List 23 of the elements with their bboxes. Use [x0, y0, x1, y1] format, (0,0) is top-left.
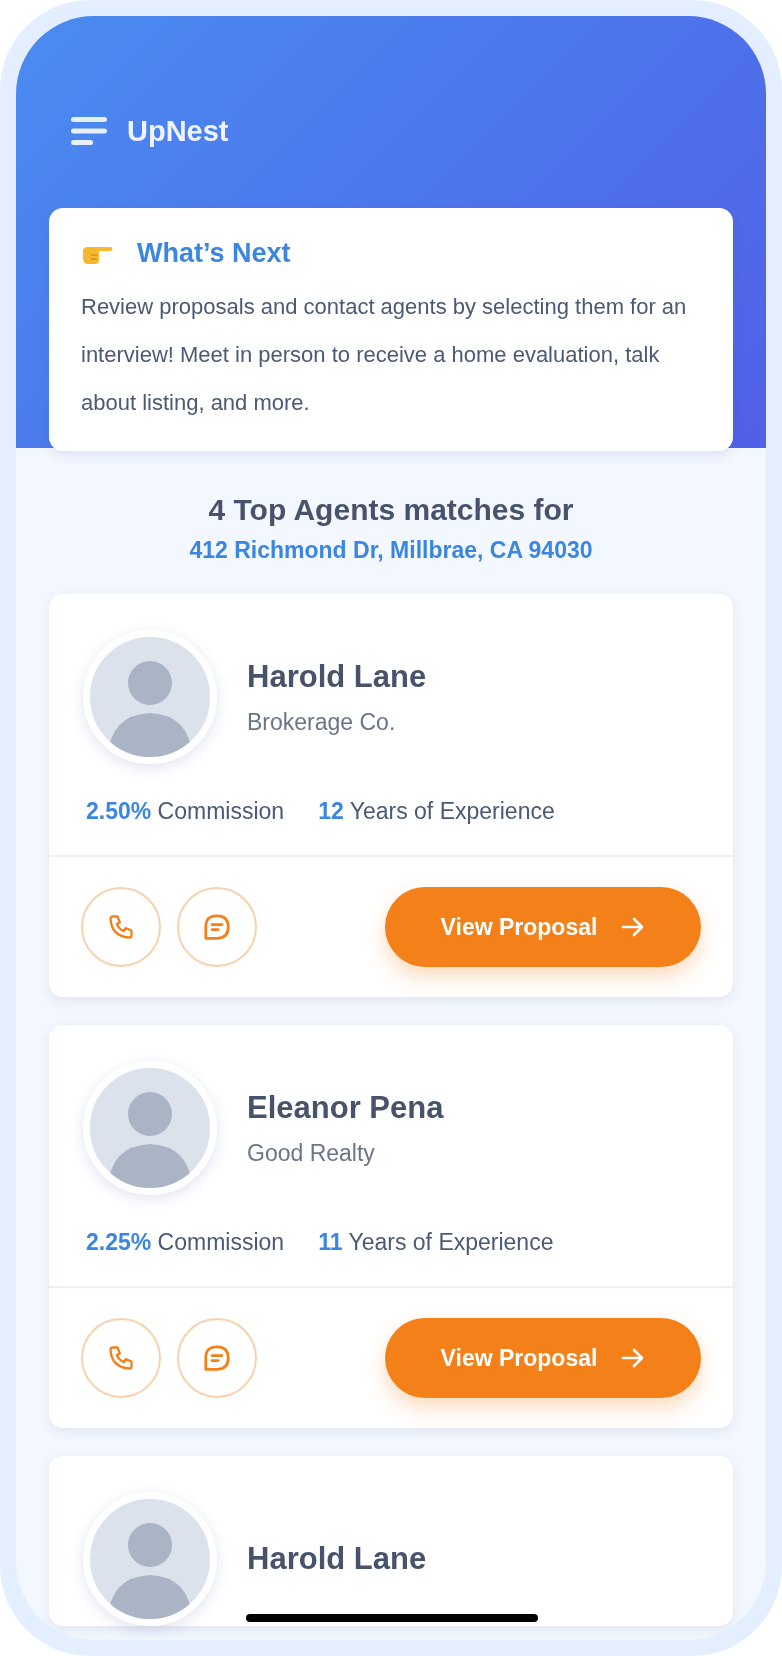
agent-name: Eleanor Pena	[247, 1089, 444, 1126]
info-text: Review proposals and contact agents by selecting them for an interview! Meet in person to receive a home evaluation, talk about listing, and more.	[81, 293, 688, 417]
chat-bubble-icon	[202, 1343, 232, 1373]
matches-heading: 4 Top Agents matches for	[208, 493, 574, 527]
commission-text: 2.50% Commission	[86, 798, 285, 825]
experience-text: 11 Years of Experience	[318, 1229, 554, 1256]
arrow-right-icon	[621, 916, 646, 938]
address-text: 412 Richmond Dr, Millbrae, CA 94030	[189, 537, 593, 564]
menu-icon[interactable]	[71, 117, 107, 145]
agent-name: Harold Lane	[247, 658, 427, 695]
experience-text: 12 Years of Experience	[318, 798, 555, 825]
agent-name: Harold Lane	[247, 1541, 427, 1577]
app-title: UpNest	[127, 114, 229, 148]
chat-bubble-icon	[202, 912, 232, 942]
arrow-right-icon	[621, 1347, 646, 1369]
view-proposal-button[interactable]: View Proposal	[385, 887, 701, 967]
phone-icon	[107, 913, 135, 941]
phone-icon	[107, 1344, 135, 1372]
company-name: Good Realty	[247, 1139, 376, 1167]
card-title: What’s Next	[137, 238, 291, 269]
view-proposal-button[interactable]: View Proposal	[385, 1318, 701, 1398]
commission-text: 2.25% Commission	[86, 1229, 285, 1256]
company-name: Brokerage Co.	[247, 708, 397, 736]
